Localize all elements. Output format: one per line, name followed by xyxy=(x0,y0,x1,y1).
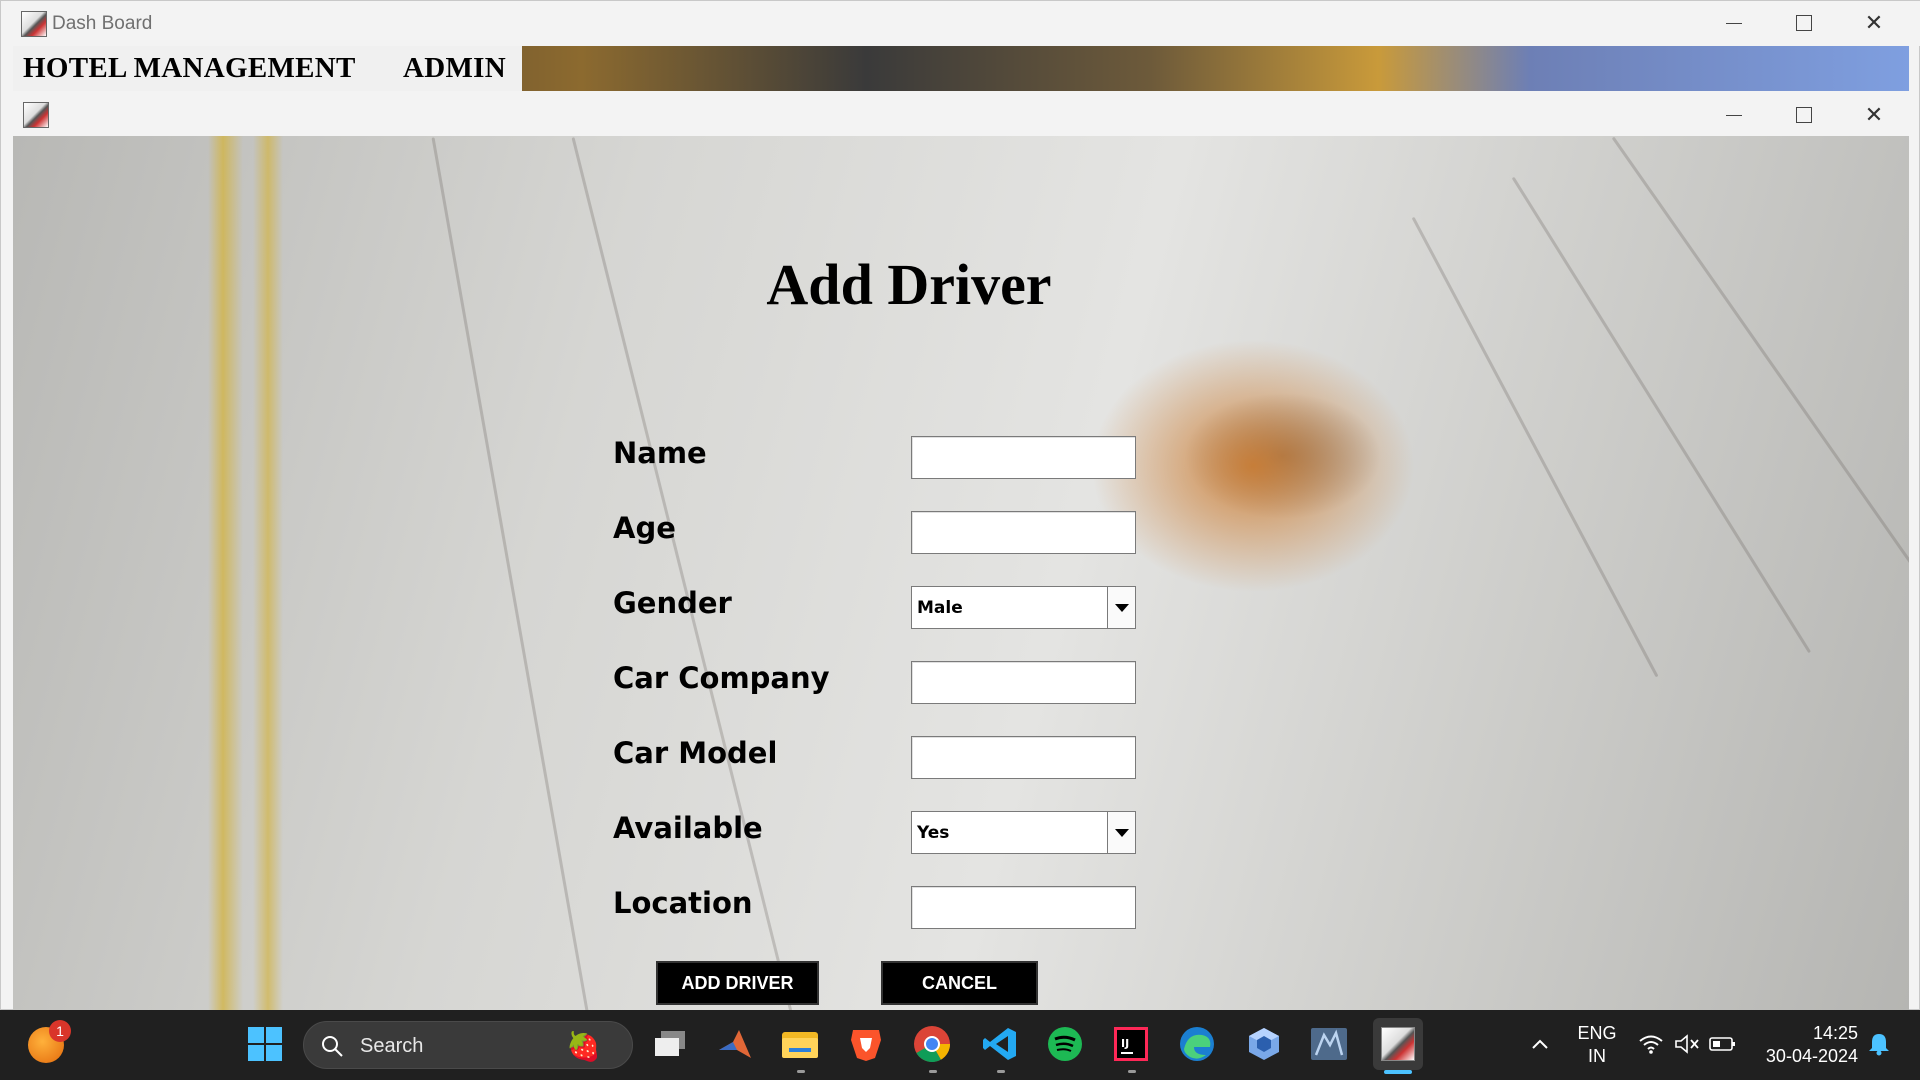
available-label: Available xyxy=(613,811,763,845)
menu-admin[interactable]: ADMIN xyxy=(370,46,522,91)
age-label: Age xyxy=(613,511,676,545)
window-title: Dash Board xyxy=(52,13,153,34)
add-driver-button[interactable]: ADD DRIVER xyxy=(656,961,819,1005)
chevron-down-icon[interactable] xyxy=(1107,587,1135,628)
location-label: Location xyxy=(613,886,753,920)
search-placeholder: Search xyxy=(360,1035,424,1057)
inner-minimize-button[interactable] xyxy=(1704,95,1764,135)
edge-icon[interactable] xyxy=(1177,1024,1217,1064)
language-indicator[interactable]: ENG xyxy=(1572,1023,1622,1044)
car-model-label: Car Model xyxy=(613,736,778,770)
page-title: Add Driver xyxy=(766,252,1052,317)
inner-close-button[interactable]: ✕ xyxy=(1844,95,1904,135)
dashboard-window: Dash Board ✕ HOTEL MANAGEMENT ADMIN ✕ Ad… xyxy=(0,0,1920,1011)
car-company-label: Car Company xyxy=(613,661,830,695)
spotify-icon[interactable] xyxy=(1045,1024,1085,1064)
matlab-icon[interactable] xyxy=(715,1024,755,1064)
gender-select[interactable]: Male xyxy=(911,586,1136,629)
available-selected-value: Yes xyxy=(917,823,950,843)
running-indicator xyxy=(1128,1070,1136,1073)
chevron-up-icon[interactable] xyxy=(1520,1024,1560,1064)
available-select[interactable]: Yes xyxy=(911,811,1136,854)
running-indicator xyxy=(929,1070,937,1073)
menu-hotel-management[interactable]: HOTEL MANAGEMENT xyxy=(13,46,370,91)
background-streak xyxy=(1611,136,1909,630)
close-button[interactable]: ✕ xyxy=(1844,3,1904,43)
intellij-icon[interactable]: IJ xyxy=(1111,1024,1151,1064)
active-app-indicator xyxy=(1384,1070,1412,1074)
java-app-icon[interactable] xyxy=(1373,1018,1423,1070)
windows-start-icon[interactable] xyxy=(245,1024,285,1064)
location-input[interactable] xyxy=(911,886,1136,929)
region-indicator[interactable]: IN xyxy=(1572,1046,1622,1067)
taskbar-search[interactable]: Search 🍓 xyxy=(303,1021,633,1069)
search-icon xyxy=(322,1036,343,1057)
chrome-icon[interactable] xyxy=(912,1024,952,1064)
cancel-button[interactable]: CANCEL xyxy=(881,961,1038,1005)
name-input[interactable] xyxy=(911,436,1136,479)
minimize-button[interactable] xyxy=(1704,3,1764,43)
taskbar: 1 Search 🍓 IJ ENG IN 14:25 30-04-2024 xyxy=(0,1010,1920,1080)
svg-text:IJ: IJ xyxy=(1121,1037,1129,1050)
outer-titlebar[interactable]: Dash Board ✕ xyxy=(1,1,1920,46)
notification-bell-icon[interactable] xyxy=(1862,1024,1896,1064)
clock-time[interactable]: 14:25 xyxy=(1758,1023,1858,1044)
maximize-button[interactable] xyxy=(1774,3,1834,43)
java-app-icon xyxy=(21,11,47,37)
speaker-muted-icon[interactable] xyxy=(1668,1024,1706,1064)
chevron-down-icon[interactable] xyxy=(1107,812,1135,853)
running-indicator xyxy=(997,1070,1005,1073)
background-streak xyxy=(1511,176,1812,654)
name-label: Name xyxy=(613,436,707,470)
mysql-workbench-icon[interactable] xyxy=(1309,1024,1349,1064)
strawberry-icon: 🍓 xyxy=(566,1030,601,1063)
wifi-icon[interactable] xyxy=(1632,1024,1670,1064)
age-input[interactable] xyxy=(911,511,1136,554)
car-model-input[interactable] xyxy=(911,736,1136,779)
java-app-icon xyxy=(23,102,49,128)
inner-titlebar[interactable]: ✕ xyxy=(13,94,1909,136)
gender-label: Gender xyxy=(613,586,732,620)
add-driver-window: ✕ Add Driver Name Age Gender Male Car Co… xyxy=(13,94,1909,1011)
clock-date[interactable]: 30-04-2024 xyxy=(1748,1046,1858,1067)
vscode-icon[interactable] xyxy=(980,1024,1020,1064)
form-background: Add Driver Name Age Gender Male Car Comp… xyxy=(13,136,1909,1011)
file-explorer-icon[interactable] xyxy=(780,1024,820,1064)
running-indicator xyxy=(797,1070,805,1073)
menu-bar: HOTEL MANAGEMENT ADMIN xyxy=(13,46,1909,91)
notification-badge: 1 xyxy=(49,1020,71,1042)
brave-icon[interactable] xyxy=(846,1024,886,1064)
task-view-icon[interactable] xyxy=(650,1024,690,1064)
battery-icon[interactable] xyxy=(1704,1024,1742,1064)
inner-maximize-button[interactable] xyxy=(1774,95,1834,135)
virtualbox-icon[interactable] xyxy=(1244,1024,1284,1064)
gender-selected-value: Male xyxy=(917,598,963,618)
car-company-input[interactable] xyxy=(911,661,1136,704)
